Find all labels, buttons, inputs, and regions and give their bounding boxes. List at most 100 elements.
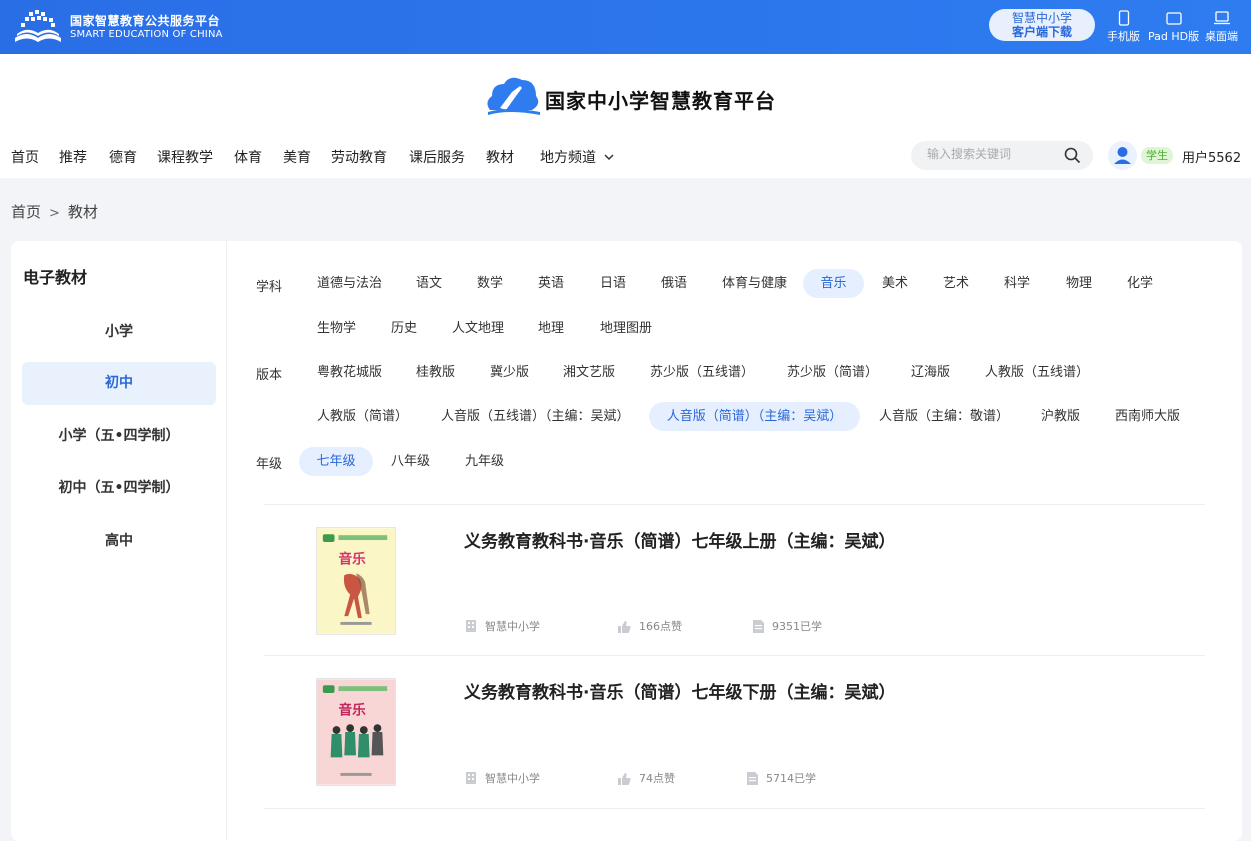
subject-chip[interactable]: 艺术: [943, 269, 969, 298]
subject-chip[interactable]: 俄语: [661, 269, 687, 298]
search-box: [911, 141, 1093, 170]
edition-chip[interactable]: 苏少版（五线谱）: [650, 358, 754, 387]
subject-chip[interactable]: 语文: [416, 269, 442, 298]
user-icon: [1114, 147, 1131, 164]
sidebar-item-junior-54[interactable]: 初中（五•四学制）: [22, 467, 216, 510]
subject-label: 学科: [256, 280, 283, 295]
book-source: 智慧中小学: [465, 618, 540, 634]
nav-arts[interactable]: 美育: [283, 147, 311, 167]
subject-chip[interactable]: 美术: [882, 269, 908, 298]
brand-name-en: SMART EDUCATION OF CHINA: [70, 29, 223, 40]
nav-local-channel[interactable]: 地方频道: [540, 147, 614, 167]
edition-chip[interactable]: 人教版（简谱）: [317, 402, 408, 431]
book-source-label: 智慧中小学: [485, 772, 540, 785]
device-pad-label: Pad HD版: [1148, 30, 1200, 43]
sidebar-item-junior[interactable]: 初中: [22, 362, 216, 405]
client-download-button[interactable]: 智慧中小学 客户端下载: [989, 9, 1095, 41]
nav-local-channel-label: 地方频道: [540, 150, 596, 166]
site-logo-icon: [487, 77, 540, 115]
device-desktop[interactable]: 桌面端: [1205, 10, 1238, 44]
sidebar-item-senior[interactable]: 高中: [22, 520, 216, 563]
device-mobile-label: 手机版: [1107, 30, 1140, 43]
edition-chip[interactable]: 人音版（五线谱）（主编：吴斌）: [441, 402, 630, 431]
breadcrumb-home[interactable]: 首页: [11, 203, 41, 221]
subject-chip[interactable]: 道德与法治: [317, 269, 382, 298]
subject-chip[interactable]: 数学: [477, 269, 503, 298]
nav-recommend[interactable]: 推荐: [59, 147, 87, 167]
subject-chip[interactable]: 体育与健康: [722, 269, 787, 298]
edition-chip[interactable]: 桂教版: [416, 358, 455, 387]
sidebar-title: 电子教材: [23, 268, 88, 287]
edition-chip[interactable]: 沪教版: [1041, 402, 1080, 431]
subject-chip-active[interactable]: 音乐: [803, 269, 864, 298]
device-mobile[interactable]: 手机版: [1107, 10, 1140, 44]
document-icon: [753, 620, 764, 633]
search-icon[interactable]: [1064, 147, 1081, 164]
nav-sports[interactable]: 体育: [234, 147, 262, 167]
nav-home[interactable]: 首页: [11, 147, 39, 167]
subject-chip[interactable]: 日语: [600, 269, 626, 298]
brand-name: 国家智慧教育公共服务平台: [70, 14, 221, 28]
book-likes-count: 74点赞: [639, 772, 675, 785]
search-input[interactable]: [927, 147, 1057, 161]
book-cover-image[interactable]: 音乐: [316, 527, 396, 635]
edition-chip[interactable]: 人教版（五线谱）: [985, 358, 1089, 387]
nav-afterschool[interactable]: 课后服务: [409, 147, 465, 167]
subject-chip[interactable]: 人文地理: [452, 314, 504, 343]
book-likes-count: 166点赞: [639, 620, 682, 633]
chevron-down-icon: [604, 154, 614, 161]
subject-chip[interactable]: 物理: [1066, 269, 1092, 298]
sidebar: 电子教材 小学 初中 小学（五•四学制） 初中（五•四学制） 高中: [11, 241, 227, 841]
edition-chip[interactable]: 人音版（主编：敬谱）: [879, 402, 1009, 431]
sidebar-item-primary-54[interactable]: 小学（五•四学制）: [22, 415, 216, 458]
edition-chip[interactable]: 辽海版: [911, 358, 950, 387]
subject-chip[interactable]: 历史: [391, 314, 417, 343]
device-desktop-label: 桌面端: [1205, 30, 1238, 43]
grade-chip[interactable]: 九年级: [465, 447, 504, 476]
edition-chip[interactable]: 粤教花城版: [317, 358, 382, 387]
site-title: 国家中小学智慧教育平台: [545, 89, 776, 113]
book-title[interactable]: 义务教育教科书·音乐（简谱）七年级下册（主编：吴斌）: [464, 678, 895, 703]
subject-chip[interactable]: 英语: [538, 269, 564, 298]
edition-chip-active[interactable]: 人音版（简谱）（主编：吴斌）: [649, 402, 860, 431]
device-pad[interactable]: Pad HD版: [1148, 10, 1199, 44]
breadcrumb-separator: >: [49, 206, 60, 221]
nav-moral[interactable]: 德育: [109, 147, 137, 167]
book-title[interactable]: 义务教育教科书·音乐（简谱）七年级上册（主编：吴斌）: [464, 527, 895, 552]
subject-chip[interactable]: 地理图册: [600, 314, 652, 343]
book-learners-count: 9351已学: [772, 620, 822, 633]
nav-courses[interactable]: 课程教学: [157, 147, 213, 167]
book-source: 智慧中小学: [465, 770, 540, 786]
sidebar-item-primary[interactable]: 小学: [22, 311, 216, 354]
subject-chip[interactable]: 化学: [1127, 269, 1153, 298]
download-line1: 智慧中小学: [1011, 11, 1072, 25]
divider: [264, 504, 1205, 505]
grade-chip[interactable]: 八年级: [391, 447, 430, 476]
platform-logo-icon: [15, 10, 61, 42]
book-likes: 166点赞: [618, 618, 682, 634]
building-icon: [466, 620, 476, 632]
subject-chip[interactable]: 科学: [1004, 269, 1030, 298]
subject-chip[interactable]: 地理: [538, 314, 564, 343]
edition-chip[interactable]: 冀少版: [490, 358, 529, 387]
username[interactable]: 用户5562: [1182, 147, 1241, 166]
building-icon: [466, 772, 476, 784]
grade-label: 年级: [256, 457, 283, 472]
book-likes: 74点赞: [618, 770, 675, 786]
grade-chip-active[interactable]: 七年级: [299, 447, 373, 476]
thumbs-up-icon: [618, 621, 631, 633]
breadcrumb: 首页 > 教材: [11, 201, 98, 222]
thumbs-up-icon: [618, 773, 631, 785]
avatar[interactable]: [1108, 141, 1137, 170]
edition-chip[interactable]: 湘文艺版: [563, 358, 615, 387]
nav-labor[interactable]: 劳动教育: [331, 147, 387, 167]
document-icon: [747, 772, 758, 785]
subject-chip[interactable]: 生物学: [317, 314, 356, 343]
divider: [264, 655, 1205, 656]
download-line2: 客户端下载: [1011, 25, 1072, 39]
book-cover-image[interactable]: 音乐: [316, 678, 396, 786]
laptop-icon: [1213, 11, 1230, 25]
nav-textbook[interactable]: 教材: [486, 147, 514, 167]
edition-chip[interactable]: 苏少版（简谱）: [787, 358, 878, 387]
edition-chip[interactable]: 西南师大版: [1115, 402, 1180, 431]
